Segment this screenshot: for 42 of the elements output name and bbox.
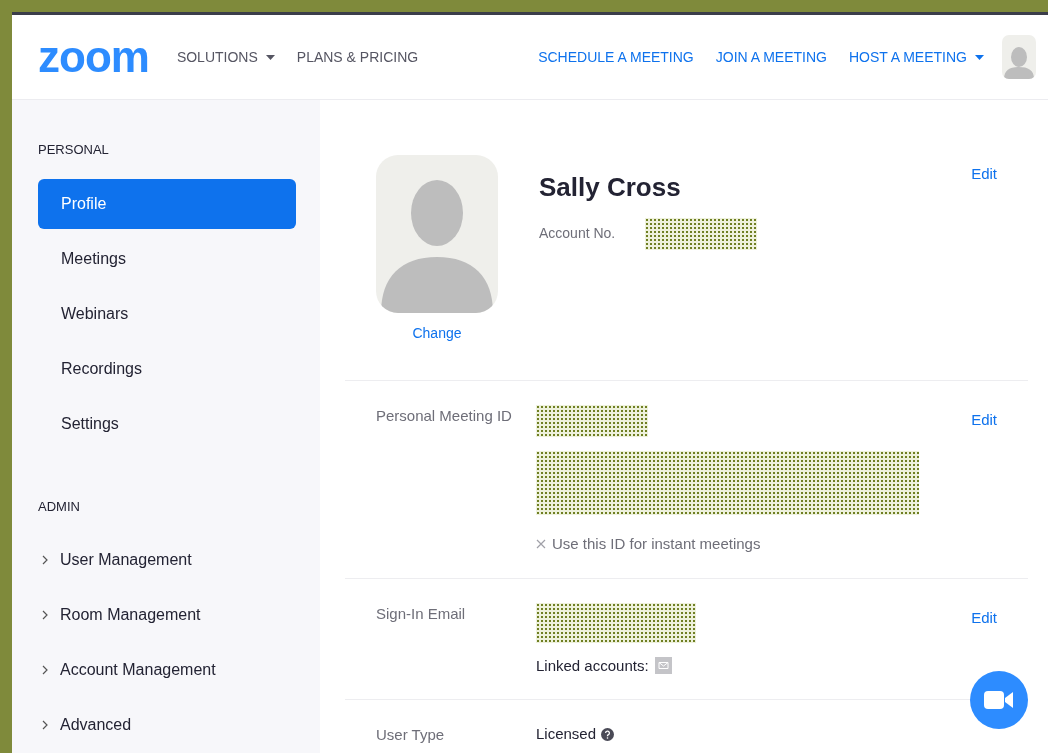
- sidebar-item[interactable]: Webinars: [38, 288, 296, 339]
- nav-link[interactable]: SCHEDULE A MEETING: [538, 46, 694, 68]
- section-heading: ADMIN: [38, 497, 81, 516]
- nav-link[interactable]: PLANS & PRICING: [296, 46, 419, 68]
- field-label: Personal Meeting ID: [376, 406, 513, 426]
- edit-link[interactable]: Edit: [971, 606, 997, 629]
- sidebar-item[interactable]: Advanced: [38, 700, 296, 750]
- help-icon[interactable]: [601, 727, 615, 741]
- sidebar-item[interactable]: Room Management: [38, 590, 296, 640]
- section-heading: PERSONAL: [38, 141, 110, 159]
- field-label: User Type: [376, 725, 446, 745]
- video-camera-icon: [984, 690, 1014, 710]
- edit-link[interactable]: Edit: [971, 163, 997, 186]
- linked-accounts-label: Linked accounts:: [536, 655, 649, 676]
- edit-link[interactable]: Edit: [971, 409, 997, 432]
- chevron-right-icon: [42, 555, 48, 565]
- nav-link[interactable]: JOIN A MEETING: [715, 46, 827, 68]
- x-icon[interactable]: [536, 539, 546, 550]
- sidebar-item[interactable]: Meetings: [38, 233, 296, 284]
- video-meeting-button[interactable]: [970, 671, 1028, 729]
- avatar-button[interactable]: [1002, 35, 1036, 79]
- sidebar-item[interactable]: Profile: [38, 178, 296, 229]
- user-type-value: Licensed: [536, 724, 597, 744]
- option-label: Use this ID for instant meetings: [552, 534, 761, 554]
- caret-icon: [265, 54, 275, 60]
- person-icon: [1004, 45, 1034, 79]
- change-photo-link[interactable]: Change: [412, 323, 462, 344]
- chevron-right-icon: [42, 720, 48, 730]
- sidebar-item[interactable]: Account Management: [38, 645, 296, 695]
- mail-icon: [654, 657, 672, 675]
- sidebar-item[interactable]: Settings: [38, 398, 296, 449]
- user-name: Sally Cross: [539, 171, 682, 204]
- caret-icon: [975, 54, 984, 60]
- person-icon: [381, 179, 493, 313]
- chevron-right-icon: [42, 610, 48, 620]
- sidebar-item[interactable]: Recordings: [38, 343, 296, 394]
- sidebar-item[interactable]: User Management: [38, 535, 296, 585]
- account-number-label: Account No.: [539, 224, 617, 243]
- field-label: Sign-In Email: [376, 603, 467, 624]
- nav-link[interactable]: SOLUTIONS: [176, 46, 275, 68]
- chevron-right-icon: [42, 665, 48, 675]
- nav-link[interactable]: HOST A MEETING: [849, 46, 984, 68]
